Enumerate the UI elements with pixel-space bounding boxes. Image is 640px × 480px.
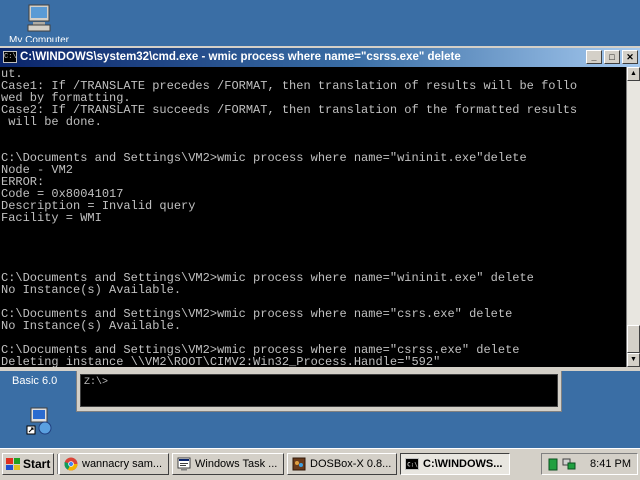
desktop-icon-label: My Computer [8,36,69,42]
taskbar-item-task-manager[interactable]: Windows Task ... [172,453,284,475]
console-line: Facility = WMI [1,211,102,225]
scroll-down-arrow-icon[interactable]: ▼ [627,353,640,367]
console-line: No Instance(s) Available. [1,319,182,333]
taskbar-item-chrome[interactable]: wannacry sam... [59,453,169,475]
cmd-window[interactable]: C:\ C:\WINDOWS\system32\cmd.exe - wmic p… [0,46,640,371]
console-line: C:\Documents and Settings\VM2>wmic proce… [1,151,527,165]
svg-text:C:\: C:\ [407,462,418,469]
dosbox-window[interactable]: Z:\> [76,370,562,412]
console-output[interactable]: ut. Case1: If /TRANSLATE precedes /FORMAT… [0,67,626,367]
close-button[interactable]: ✕ [622,50,638,64]
minimize-button[interactable]: _ [586,50,602,64]
cmd-icon: C:\ [405,458,419,470]
task-label: wannacry sam... [82,458,163,470]
task-label: C:\WINDOWS... [423,458,503,470]
vertical-scrollbar[interactable]: ▲ ▼ [626,67,640,367]
window-title: C:\WINDOWS\system32\cmd.exe - wmic proce… [20,51,461,63]
taskbar-item-dosbox[interactable]: DOSBox-X 0.8... [287,453,397,475]
desktop-icon-shortcut[interactable] [2,404,76,438]
cmd-title-bar[interactable]: C:\ C:\WINDOWS\system32\cmd.exe - wmic p… [0,48,640,67]
network-icon[interactable] [562,457,576,471]
console-line: Deleting instance \\VM2\ROOT\CIMV2:Win32… [1,355,441,367]
dosbox-prompt: Z:\> [84,377,109,388]
battery-icon[interactable] [547,458,559,471]
start-button[interactable]: Start [2,453,54,475]
scroll-thumb[interactable] [627,325,640,353]
cmd-icon[interactable]: C:\ [3,51,17,63]
task-manager-icon [177,457,191,471]
computer-icon [23,2,55,34]
chrome-icon [64,457,78,471]
clock[interactable]: 8:41 PM [590,458,631,470]
network-shortcut-icon [23,404,55,436]
dosbox-screen[interactable]: Z:\> [80,374,558,407]
scroll-up-arrow-icon[interactable]: ▲ [627,67,640,81]
console-line: Node - VM2 [1,163,74,177]
dosbox-icon [292,457,306,471]
maximize-button[interactable]: □ [604,50,620,64]
windows-logo-icon [6,458,20,470]
taskbar: Start wannacry sam... Windows Task ... D… [0,448,640,480]
desktop-icon-label[interactable]: Basic 6.0 [12,375,57,387]
system-tray: 8:41 PM [541,453,638,475]
console-line: No Instance(s) Available. [1,283,182,297]
task-label: DOSBox-X 0.8... [310,458,392,470]
console-line: will be done. [1,115,102,129]
task-label: Windows Task ... [195,458,278,470]
desktop-icon-my-computer[interactable]: My Computer [2,2,76,42]
taskbar-item-cmd[interactable]: C:\ C:\WINDOWS... [400,453,510,475]
console-text: ut. Case1: If /TRANSLATE precedes /FORMAT… [0,67,626,367]
start-label: Start [23,457,51,471]
